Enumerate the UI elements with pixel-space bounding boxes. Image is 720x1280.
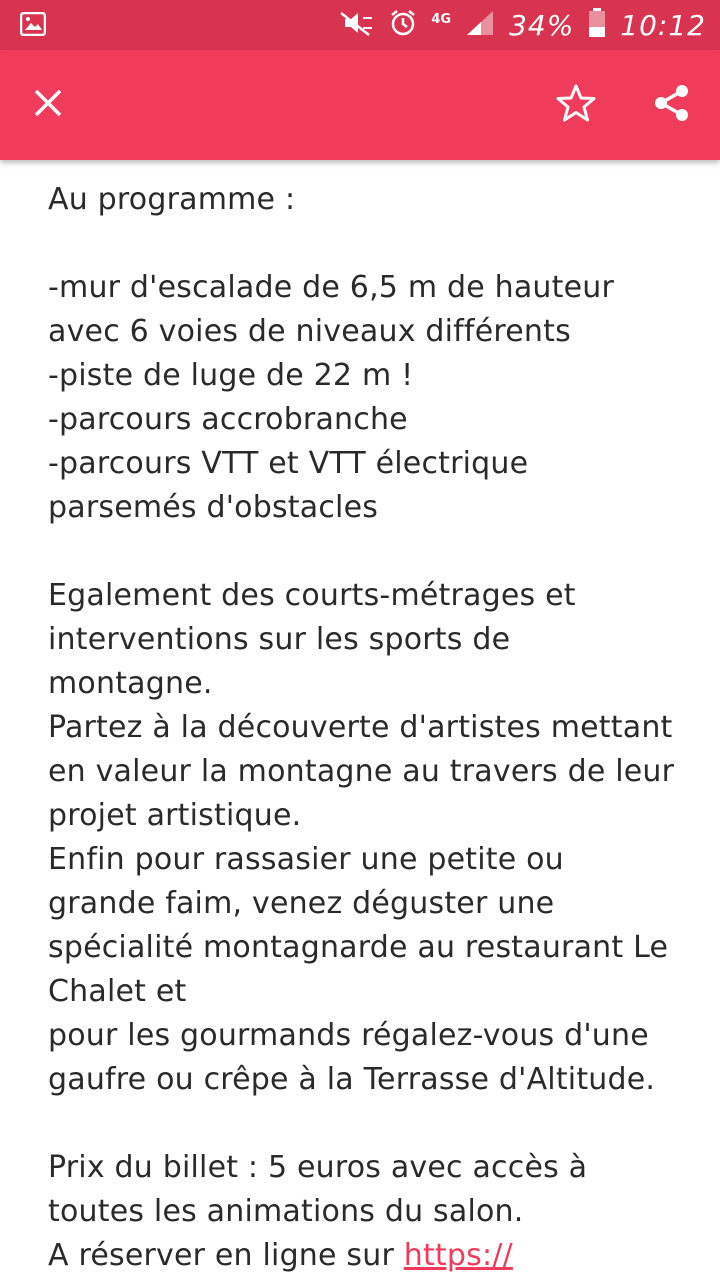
close-button[interactable] xyxy=(18,75,78,135)
description-line: montagne. xyxy=(48,666,213,701)
reservation-link[interactable]: https:// xyxy=(404,1238,513,1273)
mute-icon xyxy=(339,9,375,41)
description-line: Au programme : xyxy=(48,182,296,217)
description-line: Chalet et xyxy=(48,974,187,1009)
star-icon xyxy=(556,83,596,127)
close-icon xyxy=(33,88,63,122)
description-line: -piste de luge de 22 m ! xyxy=(48,358,414,393)
description-line: gaufre ou crêpe à la Terrasse d'Altitude… xyxy=(48,1062,656,1097)
alarm-icon xyxy=(389,9,417,41)
event-description: Au programme : -mur d'escalade de 6,5 m d… xyxy=(48,178,688,1278)
description-line: -parcours VTT et VTT électrique xyxy=(48,446,529,481)
network-type: 4G xyxy=(431,11,452,27)
clock: 10:12 xyxy=(620,8,706,42)
signal-icon xyxy=(465,9,495,41)
description-line: toutes les animations du salon. xyxy=(48,1194,524,1229)
share-icon xyxy=(652,83,692,127)
description-line: interventions sur les sports de xyxy=(48,622,511,657)
description-line: grande faim, venez déguster une xyxy=(48,886,555,921)
status-bar: 4G 34% 10:12 xyxy=(0,0,720,50)
description-line: Prix du billet : 5 euros avec accès à xyxy=(48,1150,588,1185)
description-line: avec 6 voies de niveaux différents xyxy=(48,314,571,349)
gallery-icon xyxy=(19,11,47,37)
description-line: parsemés d'obstacles xyxy=(48,490,379,525)
favorite-button[interactable] xyxy=(546,75,606,135)
reservation-line: A réserver en ligne sur https:// xyxy=(48,1234,688,1278)
description-line: -mur d'escalade de 6,5 m de hauteur xyxy=(48,270,614,305)
description-line: spécialité montagnarde au restaurant Le xyxy=(48,930,669,965)
description-line: Egalement des courts-métrages et xyxy=(48,578,576,613)
description-line: -parcours accrobranche xyxy=(48,402,408,437)
description-line: pour les gourmands régalez-vous d'une xyxy=(48,1018,649,1053)
app-bar xyxy=(0,50,720,160)
description-line: en valeur la montagne au travers de leur xyxy=(48,754,675,789)
share-button[interactable] xyxy=(642,75,702,135)
battery-icon xyxy=(588,8,606,42)
battery-percentage: 34% xyxy=(509,8,575,42)
reservation-text: A réserver en ligne sur xyxy=(48,1238,404,1273)
description-line: projet artistique. xyxy=(48,798,302,833)
description-line: Enfin pour rassasier une petite ou xyxy=(48,842,564,877)
description-line: Partez à la découverte d'artistes mettan… xyxy=(48,710,673,745)
